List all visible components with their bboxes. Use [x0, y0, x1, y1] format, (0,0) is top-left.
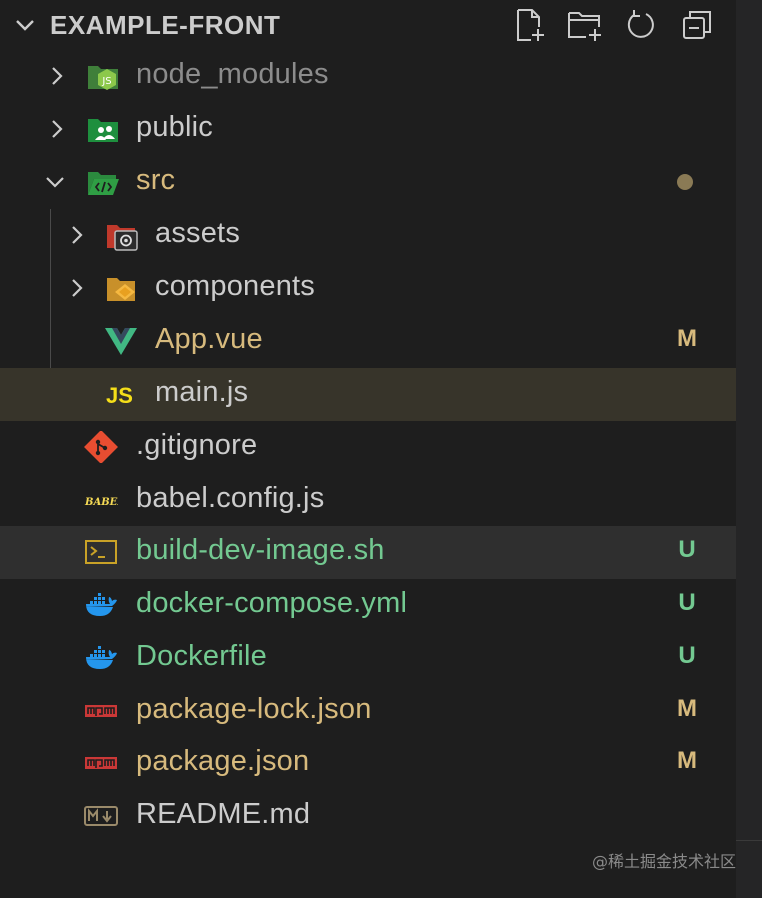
tree-item-label: public	[136, 111, 213, 143]
nodejs-folder-icon: JS	[88, 66, 118, 90]
tree-item-label: assets	[155, 217, 241, 249]
tree-item-label: package-lock.json	[136, 693, 372, 725]
shell-terminal-icon	[85, 540, 117, 564]
tree-item-label: components	[155, 270, 315, 302]
chevron-down-icon	[46, 177, 64, 188]
assets-folder-icon	[107, 225, 138, 251]
tree-item-package-lock[interactable]: package-lock.json M	[0, 685, 736, 738]
npm-icon	[85, 705, 117, 717]
chevron-right-icon	[52, 67, 63, 85]
tree-item-label: build-dev-image.sh	[136, 534, 385, 566]
tree-item-label: Dockerfile	[136, 640, 267, 672]
chevron-right-icon	[72, 279, 83, 297]
git-icon	[84, 431, 118, 463]
tree-item-label: src	[136, 164, 176, 196]
tree-item-main-js[interactable]: JS main.js	[0, 368, 736, 421]
new-folder-button[interactable]	[566, 6, 604, 44]
svg-text:JS: JS	[101, 76, 111, 87]
svg-text:JS: JS	[106, 383, 133, 408]
svg-text:BABEL: BABEL	[84, 497, 118, 508]
tree-item-components[interactable]: components	[0, 262, 736, 315]
chevron-right-icon	[72, 226, 83, 244]
tree-item-readme[interactable]: README.md	[0, 790, 736, 843]
tree-item-label: package.json	[136, 745, 310, 777]
new-file-icon	[517, 9, 544, 41]
public-folder-icon	[88, 119, 118, 142]
tree-item-dockerfile[interactable]: Dockerfile U	[0, 632, 736, 685]
tree-item-build-dev-image[interactable]: build-dev-image.sh U	[0, 526, 736, 579]
tree-item-gitignore[interactable]: .gitignore	[0, 421, 736, 474]
tree-item-package-json[interactable]: package.json M	[0, 737, 736, 790]
tree-item-label: README.md	[136, 798, 311, 830]
tree-item-label: .gitignore	[136, 429, 258, 461]
docker-icon	[86, 593, 117, 616]
new-file-button[interactable]	[510, 6, 548, 44]
file-explorer: EXAMPLE-FRONT JS node_modules public src…	[0, 0, 736, 898]
explorer-title: EXAMPLE-FRONT	[50, 10, 281, 40]
docker-icon	[86, 646, 117, 669]
modified-dot-icon	[677, 174, 693, 190]
collapse-all-button[interactable]	[678, 6, 716, 44]
chevron-down-icon[interactable]	[12, 12, 38, 38]
components-folder-icon	[107, 278, 135, 301]
npm-icon	[85, 757, 117, 769]
git-status-badge: U	[678, 536, 696, 563]
git-status-badge: U	[678, 589, 696, 616]
tree-item-label: docker-compose.yml	[136, 587, 408, 619]
refresh-icon	[627, 10, 654, 38]
markdown-icon	[84, 806, 118, 826]
git-status-badge: U	[678, 642, 696, 669]
collapse-all-icon	[683, 11, 711, 39]
tree-item-label: main.js	[155, 376, 249, 408]
scrollbar-track[interactable]	[736, 0, 762, 898]
git-status-badge: M	[677, 695, 697, 722]
tree-item-public[interactable]: public	[0, 103, 736, 156]
explorer-header[interactable]: EXAMPLE-FRONT	[0, 0, 736, 50]
javascript-icon: JS	[106, 383, 133, 408]
babel-icon: BABEL	[84, 497, 118, 508]
chevron-right-icon	[52, 120, 63, 138]
tree-item-docker-compose[interactable]: docker-compose.yml U	[0, 579, 736, 632]
vue-icon	[105, 328, 137, 355]
src-folder-open-icon	[88, 172, 119, 195]
watermark: @稀土掘金技术社区	[591, 852, 736, 871]
tree-item-node-modules[interactable]: JS node_modules	[0, 50, 736, 103]
tree-item-label: App.vue	[155, 323, 263, 355]
tree-item-babel-config[interactable]: BABEL babel.config.js	[0, 474, 736, 527]
git-status-badge: M	[677, 325, 697, 352]
tree-item-label: babel.config.js	[136, 482, 325, 514]
divider	[736, 840, 762, 841]
tree-item-app-vue[interactable]: App.vue M	[0, 315, 736, 368]
refresh-button[interactable]	[622, 6, 660, 44]
tree-item-src[interactable]: src	[0, 156, 736, 209]
explorer-actions	[510, 6, 716, 44]
git-status-badge: M	[677, 747, 697, 774]
new-folder-icon	[568, 12, 601, 41]
tree-item-label: node_modules	[136, 58, 329, 90]
tree-item-assets[interactable]: assets	[0, 209, 736, 262]
